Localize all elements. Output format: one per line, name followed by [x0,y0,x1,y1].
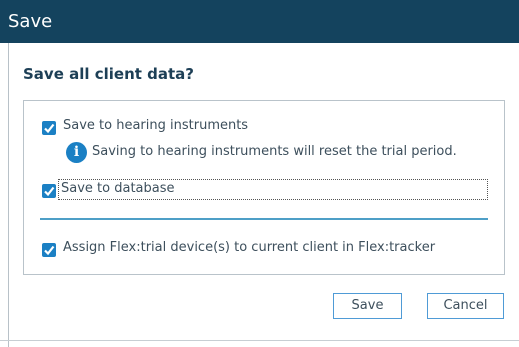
save-to-hearing-instruments-checkbox[interactable] [42,121,56,135]
checkmark-icon [44,123,55,134]
save-button[interactable]: Save [333,293,402,319]
save-to-database-label[interactable]: Save to database [61,181,175,196]
cancel-button[interactable]: Cancel [427,293,504,319]
dialog-left-border [8,43,9,347]
checkmark-icon [44,245,55,256]
save-to-hearing-instruments-label[interactable]: Save to hearing instruments [63,118,248,133]
assign-flex-trial-checkbox[interactable] [42,243,56,257]
dialog-title: Save [8,11,53,32]
dialog-bottom-border [0,340,519,341]
info-message: Saving to hearing instruments will reset… [92,144,457,159]
info-icon: i [66,142,87,163]
dialog-title-bar: Save [0,0,519,43]
save-dialog: Save Save all client data? Save to heari… [0,0,519,347]
divider [40,218,488,220]
checkmark-icon [44,186,55,197]
dialog-heading: Save all client data? [23,65,194,83]
save-to-database-checkbox[interactable] [42,184,56,198]
assign-flex-trial-label[interactable]: Assign Flex:trial device(s) to current c… [63,240,435,255]
